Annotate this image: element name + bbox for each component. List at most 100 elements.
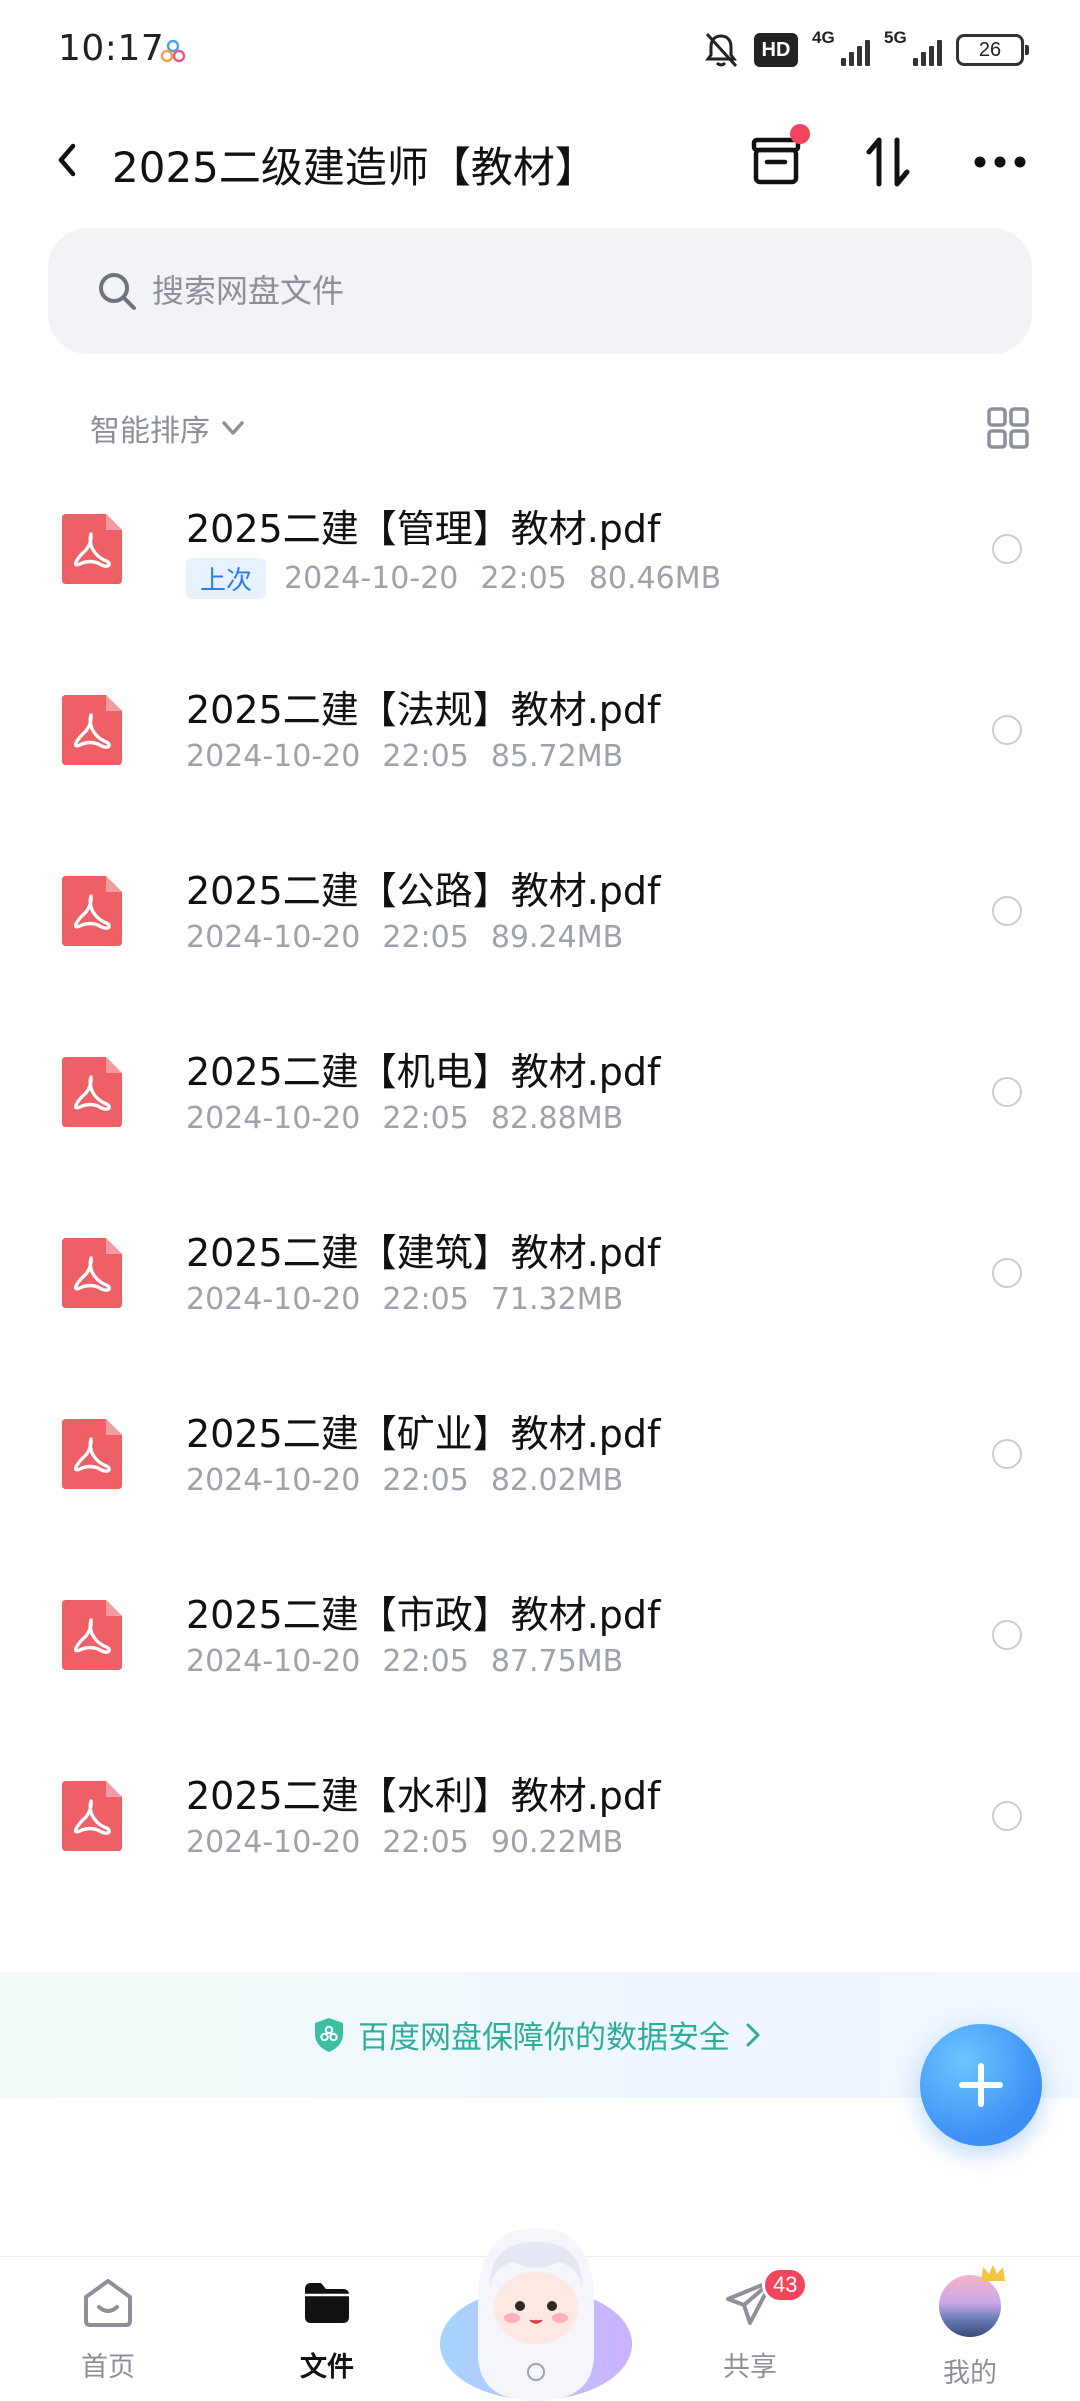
bell-muted-icon — [705, 32, 738, 68]
select-checkbox[interactable] — [992, 1801, 1022, 1831]
more-dots-icon — [974, 156, 1026, 168]
nav-mine-label: 我的 — [943, 2358, 997, 2389]
file-meta: 2024-10-20 22:05 89.24MB — [186, 920, 623, 955]
file-meta: 2024-10-20 22:05 90.22MB — [186, 1825, 623, 1860]
folder-icon — [305, 2283, 349, 2323]
archive-box-icon — [751, 137, 801, 185]
chevron-left-icon — [58, 143, 76, 177]
file-row[interactable]: 2025二建【机电】教材.pdf 2024-10-20 22:05 82.88M… — [0, 1011, 1080, 1192]
file-time: 22:05 — [382, 920, 469, 955]
pdf-file-icon — [62, 1238, 122, 1308]
select-checkbox[interactable] — [992, 715, 1022, 745]
nav-files[interactable]: 文件 — [257, 2275, 397, 2395]
pdf-file-icon — [62, 876, 122, 946]
mascot-icon[interactable] — [438, 2204, 634, 2401]
nav-files-label: 文件 — [300, 2352, 354, 2383]
file-date: 2024-10-20 — [284, 561, 459, 596]
shield-icon — [315, 2017, 343, 2052]
file-size: 82.02MB — [490, 1463, 624, 1498]
file-row[interactable]: 2025二建【矿业】教材.pdf 2024-10-20 22:05 82.02M… — [0, 1373, 1080, 1554]
file-time: 22:05 — [382, 739, 469, 774]
select-checkbox[interactable] — [992, 1620, 1022, 1650]
net-4g-label: 4G — [812, 28, 835, 47]
nav-home-label: 首页 — [81, 2352, 135, 2383]
baidu-netdisk-icon — [160, 39, 186, 63]
pdf-file-icon — [62, 1600, 122, 1670]
chevron-down-icon — [222, 421, 244, 435]
file-meta: 2024-10-20 22:05 85.72MB — [186, 739, 623, 774]
file-date: 2024-10-20 — [186, 1644, 361, 1679]
nav-share[interactable]: 43 共享 — [680, 2267, 820, 2395]
page-title: 2025二级建造师【教材】 — [112, 143, 597, 192]
file-date: 2024-10-20 — [186, 1825, 361, 1860]
more-button[interactable] — [966, 128, 1034, 196]
status-time: 10:17 — [58, 28, 165, 69]
grid-view-icon[interactable] — [986, 406, 1030, 450]
net-5g-label: 5G — [884, 28, 907, 47]
signal-5g-icon: 5G — [884, 28, 942, 70]
file-name: 2025二建【水利】教材.pdf — [186, 1774, 661, 1818]
archive-button[interactable] — [742, 124, 810, 196]
file-name: 2025二建【公路】教材.pdf — [186, 869, 661, 913]
file-date: 2024-10-20 — [186, 1463, 361, 1498]
file-meta: 2024-10-20 22:05 71.32MB — [186, 1282, 623, 1317]
file-date: 2024-10-20 — [186, 739, 361, 774]
file-size: 85.72MB — [490, 739, 624, 774]
sort-dropdown[interactable]: 智能排序 — [90, 406, 248, 450]
file-name: 2025二建【建筑】教材.pdf — [186, 1231, 661, 1275]
add-button[interactable] — [920, 2024, 1042, 2146]
file-meta: 2024-10-20 22:05 82.02MB — [186, 1463, 623, 1498]
select-checkbox[interactable] — [992, 1258, 1022, 1288]
sort-arrows-icon — [866, 137, 910, 187]
select-checkbox[interactable] — [992, 896, 1022, 926]
file-size: 89.24MB — [490, 920, 624, 955]
signal-4g-icon: 4G — [812, 28, 870, 70]
file-row[interactable]: 2025二建【管理】教材.pdf 上次 2024-10-20 22:05 80.… — [0, 468, 1080, 649]
crown-icon — [981, 2265, 1005, 2281]
file-row[interactable]: 2025二建【建筑】教材.pdf 2024-10-20 22:05 71.32M… — [0, 1192, 1080, 1373]
file-row[interactable]: 2025二建【公路】教材.pdf 2024-10-20 22:05 89.24M… — [0, 830, 1080, 1011]
header: 2025二级建造师【教材】 — [0, 110, 1080, 210]
file-size: 90.22MB — [490, 1825, 624, 1860]
file-time: 22:05 — [382, 1825, 469, 1860]
share-count-badge: 43 — [762, 2267, 809, 2303]
file-size: 71.32MB — [490, 1282, 624, 1317]
file-name: 2025二建【管理】教材.pdf — [186, 507, 661, 551]
nav-home[interactable]: 首页 — [38, 2275, 178, 2395]
pdf-file-icon — [62, 1781, 122, 1851]
select-checkbox[interactable] — [992, 1439, 1022, 1469]
select-checkbox[interactable] — [992, 534, 1022, 564]
file-size: 82.88MB — [490, 1101, 624, 1136]
search-input[interactable] — [152, 256, 972, 326]
file-size: 80.46MB — [588, 561, 722, 596]
file-row[interactable]: 2025二建【法规】教材.pdf 2024-10-20 22:05 85.72M… — [0, 649, 1080, 830]
sort-label: 智能排序 — [90, 414, 210, 449]
sort-row: 智能排序 — [0, 396, 1080, 456]
avatar — [939, 2265, 1005, 2337]
status-bar: 10:17 HD 4G 5G 26 — [0, 0, 1080, 100]
pdf-file-icon — [62, 1057, 122, 1127]
notification-dot — [790, 124, 810, 144]
home-icon — [84, 2279, 132, 2327]
file-row[interactable]: 2025二建【市政】教材.pdf 2024-10-20 22:05 87.75M… — [0, 1554, 1080, 1735]
file-row[interactable]: 2025二建【水利】教材.pdf 2024-10-20 22:05 90.22M… — [0, 1735, 1080, 1916]
pdf-file-icon — [62, 695, 122, 765]
security-banner: 百度网盘保障你的数据安全 — [0, 1972, 1080, 2098]
battery-indicator: 26 — [956, 34, 1029, 66]
select-checkbox[interactable] — [992, 1077, 1022, 1107]
sort-button[interactable] — [854, 128, 922, 196]
search-icon — [99, 273, 136, 310]
file-name: 2025二建【机电】教材.pdf — [186, 1050, 661, 1094]
nav-mine[interactable]: 我的 — [900, 2265, 1040, 2395]
battery-level: 26 — [978, 38, 1002, 61]
file-meta: 2024-10-20 22:05 87.75MB — [186, 1644, 623, 1679]
back-button[interactable] — [40, 132, 96, 188]
security-link[interactable]: 百度网盘保障你的数据安全 — [312, 2012, 764, 2057]
search-bar[interactable] — [48, 228, 1032, 354]
file-size: 87.75MB — [490, 1644, 624, 1679]
file-meta: 2024-10-20 22:05 82.88MB — [186, 1101, 623, 1136]
last-opened-tag: 上次 — [186, 558, 267, 599]
pdf-file-icon — [62, 514, 122, 584]
file-time: 22:05 — [480, 561, 567, 596]
pdf-file-icon — [62, 1419, 122, 1489]
